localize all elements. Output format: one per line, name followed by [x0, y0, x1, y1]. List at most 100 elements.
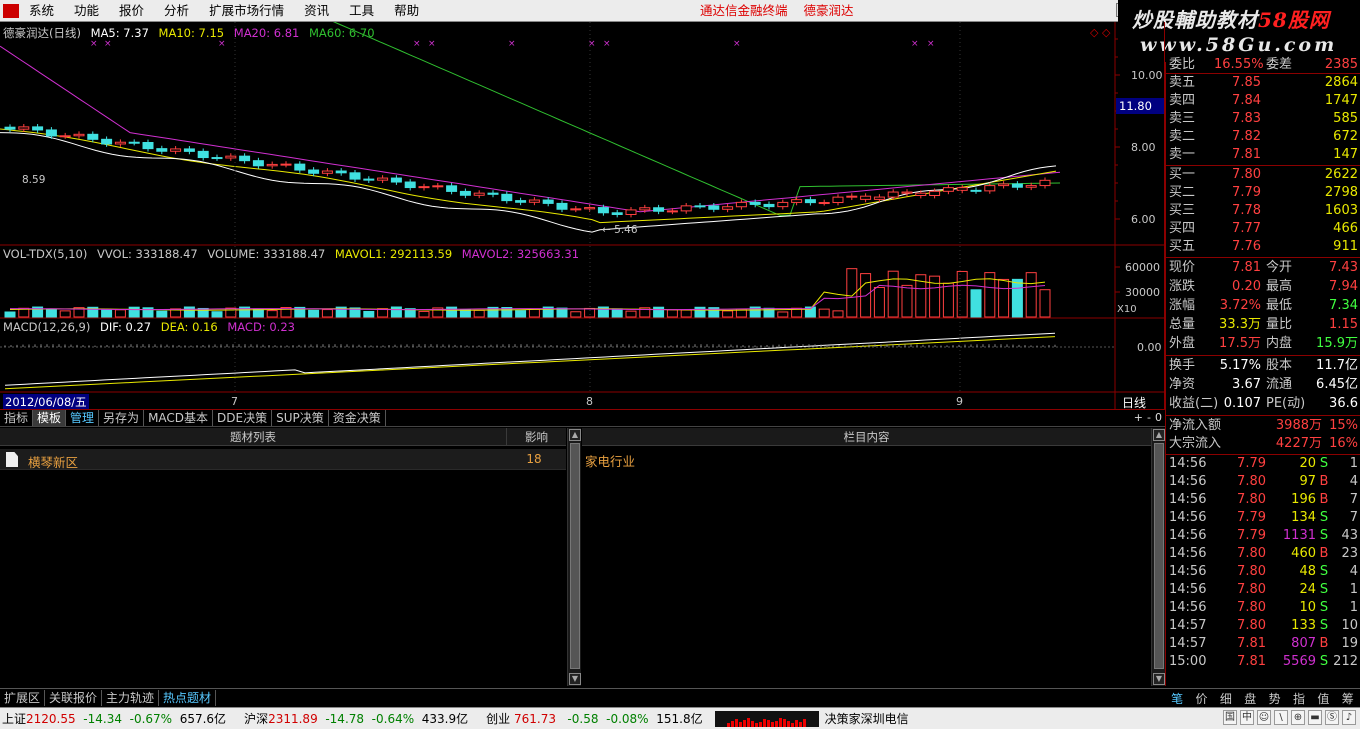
scroll-thumb[interactable]	[1154, 443, 1164, 669]
stat-value: 7.34	[1329, 298, 1358, 313]
ask-price: 7.84	[1232, 93, 1261, 108]
candle-body	[846, 195, 858, 198]
tab-fund[interactable]: 资金决策	[329, 410, 386, 426]
content-scrollbar[interactable]: ▲ ▼	[1151, 428, 1165, 686]
candle-body	[280, 163, 292, 166]
topic-name[interactable]: 横琴新区	[28, 452, 78, 471]
menu-news[interactable]: 资讯	[294, 0, 339, 22]
tick-count: 1	[1349, 456, 1358, 471]
candle-body	[473, 192, 485, 196]
status-tool-icon[interactable]: ☺	[1257, 710, 1271, 725]
macd-indicator-name: MACD(12,26,9)	[3, 320, 91, 334]
menu-tools[interactable]: 工具	[339, 0, 384, 22]
order-diff-label: 委差	[1266, 57, 1293, 72]
bid-row[interactable]: 买一 7.80 2622	[1166, 166, 1360, 184]
quote-tab-3[interactable]: 盘	[1244, 690, 1256, 707]
order-ratio-label: 委比	[1169, 57, 1196, 72]
status-tool-icon[interactable]: \	[1274, 710, 1288, 725]
menu-extended-market[interactable]: 扩展市场行情	[199, 0, 294, 22]
zoom-in-button[interactable]: +	[1134, 411, 1143, 424]
scroll-down-icon[interactable]: ▼	[569, 673, 581, 685]
candle-body	[680, 205, 692, 212]
zoom-out-button[interactable]: -	[1147, 411, 1151, 424]
bid-row[interactable]: 买二 7.79 2798	[1166, 184, 1360, 202]
quote-tab-2[interactable]: 细	[1220, 690, 1232, 707]
index-sh[interactable]: 上证2120.55 -14.34 -0.67% 657.6亿	[2, 709, 226, 729]
index-sz[interactable]: 沪深2311.89 -14.78 -0.64% 433.9亿	[244, 709, 468, 729]
tab-indicator[interactable]: 指标	[0, 410, 34, 426]
volume-bar	[887, 270, 899, 318]
bid-row[interactable]: 买四 7.77 466	[1166, 220, 1360, 238]
tab-macd-basic[interactable]: MACD基本	[144, 410, 214, 426]
tab-save-as[interactable]: 另存为	[99, 410, 145, 426]
ask-volume: 1747	[1324, 93, 1358, 108]
quote-tab-1[interactable]: 价	[1196, 690, 1208, 707]
quote-panel: 委比 16.55% 委差 2385 卖五 7.85 2864 卖四 7.84 1747 卖三 7.83…	[1165, 57, 1360, 686]
menu-quote[interactable]: 报价	[109, 0, 154, 22]
volume-bar	[1011, 278, 1023, 318]
ask-row[interactable]: 卖四 7.84 1747	[1166, 92, 1360, 110]
server-name[interactable]: 决策家深圳电信	[825, 709, 909, 729]
candle-body	[459, 190, 471, 196]
quote-tab-4[interactable]: 势	[1269, 690, 1281, 707]
index-sz-change: -14.78	[325, 711, 365, 726]
tab-hot-topics[interactable]: 热点题材	[159, 689, 217, 706]
kline-chart-canvas[interactable]: 14.0010.008.006.0011.80×××××××××××8.59← …	[0, 0, 1165, 409]
index-sh-amount: 657.6亿	[179, 711, 227, 726]
topic-row[interactable]: 横琴新区 18	[0, 449, 566, 470]
tick-time: 14:56	[1169, 528, 1207, 543]
status-tool-icon[interactable]: ♪	[1342, 710, 1356, 725]
topic-scrollbar[interactable]: ▲ ▼	[567, 428, 581, 686]
kline-chart-area[interactable]: 14.0010.008.006.0011.80×××××××××××8.59← …	[0, 0, 1165, 410]
tab-dde[interactable]: DDE决策	[213, 410, 273, 426]
stat-value: 17.5万	[1219, 336, 1261, 351]
ask-row[interactable]: 卖五 7.85 2864	[1166, 74, 1360, 92]
volume-bar	[722, 310, 734, 318]
tab-sup[interactable]: SUP决策	[272, 410, 329, 426]
candle-body	[156, 148, 168, 152]
candle-body	[528, 199, 540, 203]
scroll-down-icon[interactable]: ▼	[1153, 673, 1165, 685]
topic-list-header[interactable]: 题材列表	[0, 428, 506, 446]
tick-volume: 24	[1299, 582, 1316, 597]
ask-row[interactable]: 卖二 7.82 672	[1166, 128, 1360, 146]
tab-main-trace[interactable]: 主力轨迹	[102, 689, 160, 706]
quote-tab-6[interactable]: 值	[1317, 690, 1329, 707]
status-tool-icon[interactable]: ▬	[1308, 710, 1322, 725]
app-logo-icon[interactable]	[3, 4, 19, 18]
menu-system[interactable]: 系统	[19, 0, 64, 22]
bid-row[interactable]: 买五 7.76 911	[1166, 238, 1360, 256]
scroll-up-icon[interactable]: ▲	[1153, 429, 1165, 441]
event-marker: ×	[927, 39, 935, 49]
tab-extended-area[interactable]: 扩展区	[0, 689, 46, 706]
impact-header[interactable]: 影响	[506, 428, 566, 446]
quote-tab-7[interactable]: 筹	[1342, 690, 1354, 707]
stat-label: 量比	[1266, 317, 1293, 332]
dea-line	[4, 336, 1056, 390]
tick-price: 7.81	[1237, 636, 1266, 651]
scroll-up-icon[interactable]: ▲	[569, 429, 581, 441]
bid-row[interactable]: 买三 7.78 1603	[1166, 202, 1360, 220]
scroll-thumb[interactable]	[570, 443, 580, 669]
quote-tab-0[interactable]: 笔	[1171, 690, 1183, 707]
menu-function[interactable]: 功能	[64, 0, 109, 22]
index-cy[interactable]: 创业 761.73 -0.58 -0.08% 151.8亿	[486, 709, 702, 729]
volume-bar	[777, 311, 789, 318]
status-tool-icon[interactable]: 国	[1223, 710, 1237, 725]
status-tool-icon[interactable]: ⊕	[1291, 710, 1305, 725]
menu-analysis[interactable]: 分析	[154, 0, 199, 22]
tab-related-quotes[interactable]: 关联报价	[45, 689, 103, 706]
quote-tab-5[interactable]: 指	[1293, 690, 1305, 707]
tab-template[interactable]: 模板	[33, 410, 67, 426]
status-tool-icon[interactable]: Ⓢ	[1325, 710, 1339, 725]
stat-row: 涨跌 0.20 最高 7.94	[1166, 278, 1360, 296]
tick-side: S	[1319, 528, 1329, 543]
ask-row[interactable]: 卖一 7.81 147	[1166, 146, 1360, 164]
menu-help[interactable]: 帮助	[384, 0, 429, 22]
ask-row[interactable]: 卖三 7.83 585	[1166, 110, 1360, 128]
tab-manage[interactable]: 管理	[66, 410, 100, 426]
status-tool-icon[interactable]: 中	[1240, 710, 1254, 725]
tick-volume: 5569	[1282, 654, 1316, 669]
trade-tick-row: 14:56 7.80 97 B 4	[1166, 473, 1360, 491]
reset-button[interactable]: 0	[1155, 411, 1162, 424]
